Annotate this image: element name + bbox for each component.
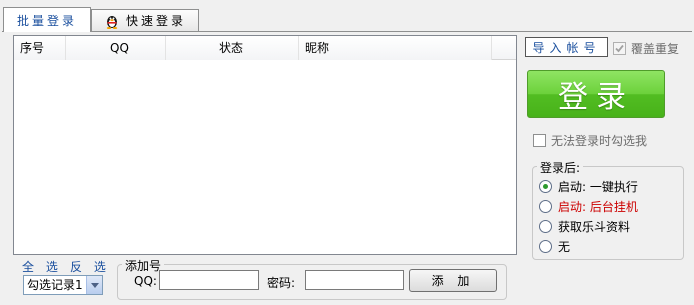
radio-none[interactable]: 无 [539, 238, 570, 255]
qq-input[interactable] [159, 270, 259, 290]
tab-label: 批量登录 [16, 13, 77, 28]
record-select-value: 勾选记录1 [27, 278, 83, 292]
column-header-qq[interactable]: QQ [66, 36, 166, 60]
account-list[interactable]: 序号 QQ 状态 昵称 [13, 35, 517, 255]
radio-label: 启动: 一键执行 [558, 180, 638, 194]
add-button[interactable]: 添 加 [409, 269, 497, 292]
qq-penguin-icon [104, 13, 120, 29]
radio-circle [539, 240, 552, 253]
column-header-status[interactable]: 状态 [166, 36, 299, 60]
select-all-link[interactable]: 全 选 [22, 258, 62, 275]
checkbox-box [533, 134, 546, 147]
overwrite-checkbox[interactable]: 覆盖重复 [613, 40, 679, 57]
overwrite-checkbox-label: 覆盖重复 [631, 42, 680, 56]
import-accounts-button[interactable]: 导入帐号 [525, 37, 608, 57]
qq-label: QQ: [134, 274, 157, 288]
radio-circle [539, 200, 552, 213]
tab-batch-login[interactable]: 批量登录 [3, 7, 91, 32]
invert-select-link[interactable]: 反 选 [70, 258, 110, 275]
radio-circle [539, 220, 552, 233]
radio-label: 启动: 后台挂机 [558, 200, 638, 214]
list-header: 序号 QQ 状态 昵称 [14, 36, 492, 60]
checkbox-box [613, 42, 626, 55]
header-filler [492, 36, 516, 60]
login-fail-checkbox-label: 无法登录时勾选我 [551, 134, 648, 148]
column-header-index[interactable]: 序号 [14, 36, 66, 60]
after-login-group-title: 登录后: [537, 159, 584, 176]
radio-circle [539, 180, 552, 193]
login-button[interactable]: 登录 [527, 70, 665, 118]
password-input[interactable] [305, 270, 404, 290]
tab-quick-login[interactable]: 快速登录 [91, 9, 199, 31]
login-fail-checkbox[interactable]: 无法登录时勾选我 [533, 132, 647, 149]
record-select[interactable]: 勾选记录1 [23, 275, 103, 295]
password-label: 密码: [267, 276, 296, 290]
chevron-down-icon[interactable] [86, 276, 102, 294]
column-header-nickname[interactable]: 昵称 [299, 36, 492, 60]
radio-label: 无 [558, 240, 571, 254]
add-account-group-title: 添加号 [122, 257, 165, 274]
tab-divider [2, 31, 692, 32]
radio-run-background[interactable]: 启动: 后台挂机 [539, 198, 638, 215]
tab-label: 快速登录 [125, 14, 186, 28]
radio-run-one-click[interactable]: 启动: 一键执行 [539, 178, 638, 195]
radio-label: 获取乐斗资料 [558, 220, 631, 234]
radio-fetch-ledou-info[interactable]: 获取乐斗资料 [539, 218, 630, 235]
